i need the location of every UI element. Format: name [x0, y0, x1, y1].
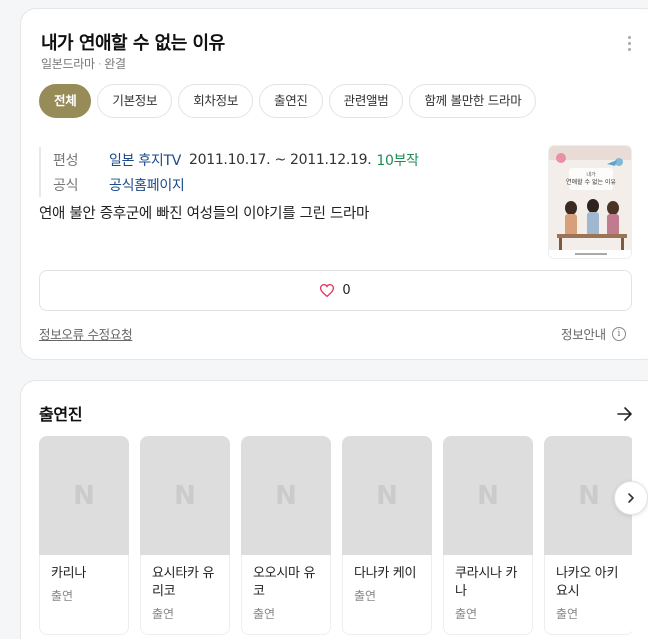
cast-photo-placeholder: N	[39, 436, 129, 555]
tab-basic-info[interactable]: 기본정보	[97, 84, 173, 118]
cast-role: 출연	[556, 607, 579, 621]
heart-icon	[320, 284, 335, 297]
like-count: 0	[342, 283, 351, 298]
info-guide-label: 정보안내	[561, 327, 606, 342]
cast-name: 쿠라시나 카나	[455, 566, 518, 599]
drama-title[interactable]: 내가 연애할 수 없는 이유	[41, 29, 225, 55]
tab-episodes[interactable]: 회차정보	[178, 84, 254, 118]
broadcast-label: 편성	[53, 152, 79, 169]
arrow-right-icon[interactable]	[616, 405, 634, 423]
carousel-next-button[interactable]	[614, 481, 648, 515]
cast-info: 쿠라시나 카나 출연	[443, 555, 533, 635]
drama-info-card: 내가 연애할 수 없는 이유 일본드라마 · 완결 전체 기본정보 회차정보 출연진…	[20, 8, 648, 360]
tab-all[interactable]: 전체	[39, 84, 92, 118]
cast-photo-placeholder: N	[443, 436, 533, 555]
separator-dot: ·	[97, 57, 102, 71]
report-error-link[interactable]: 정보오류 수정요청	[39, 324, 133, 343]
svg-text:내가: 내가	[586, 171, 596, 178]
tab-albums[interactable]: 관련앨범	[328, 84, 404, 118]
official-row: 공식 공식홈페이지	[53, 172, 419, 197]
drama-description: 연애 불안 증후군에 빠진 여성들의 이야기를 그린 드라마	[39, 206, 370, 222]
cast-name: 오오시마 유코	[253, 566, 316, 599]
like-button[interactable]: 0	[39, 270, 632, 311]
cast-role: 출연	[152, 607, 175, 621]
tab-bar: 전체 기본정보 회차정보 출연진 관련앨범 함께 볼만한 드라마	[39, 84, 537, 118]
genre-label: 일본드라마	[41, 57, 95, 71]
cast-card[interactable]: N 다나카 케이 출연	[342, 436, 432, 635]
status-label: 완결	[104, 57, 126, 71]
tab-recommended[interactable]: 함께 볼만한 드라마	[409, 84, 537, 118]
cast-role: 출연	[253, 607, 276, 621]
cast-name: 나카오 아키요시	[556, 566, 619, 599]
poster-image: 내가 연애할 수 없는 이유	[549, 146, 631, 258]
cast-carousel: N 카리나 출연 N 요시타카 유리코 출연 N 오오시마 유코 출연 N 다나…	[39, 436, 632, 639]
cast-card[interactable]: N 카리나 출연	[39, 436, 129, 635]
cast-photo-placeholder: N	[342, 436, 432, 555]
cast-role: 출연	[455, 607, 478, 621]
cast-name: 요시타카 유리코	[152, 566, 215, 599]
cast-photo-placeholder: N	[241, 436, 331, 555]
cast-card[interactable]: N 나카오 아키요시 출연	[544, 436, 632, 635]
cast-role: 출연	[51, 589, 74, 603]
info-icon: i	[611, 326, 626, 341]
cast-section-title: 출연진	[39, 405, 83, 424]
official-label: 공식	[53, 177, 79, 194]
cast-card[interactable]: N 오오시마 유코 출연	[241, 436, 331, 635]
broadcast-row: 편성 일본 후지TV 2011.10.17. ~ 2011.12.19. 10부…	[53, 147, 419, 172]
cast-photo-placeholder: N	[140, 436, 230, 555]
drama-poster[interactable]: 내가 연애할 수 없는 이유	[548, 145, 632, 259]
cast-card[interactable]: N 요시타카 유리코 출연	[140, 436, 230, 635]
broadcaster-link[interactable]: 일본 후지TV	[109, 150, 181, 170]
cast-info: 요시타카 유리코 출연	[140, 555, 230, 635]
cast-info: 오오시마 유코 출연	[241, 555, 331, 635]
cast-role: 출연	[354, 589, 377, 603]
cast-info: 나카오 아키요시 출연	[544, 555, 632, 635]
episode-count[interactable]: 10부작	[376, 150, 419, 170]
drama-subtitle: 일본드라마 · 완결	[41, 55, 126, 72]
cast-section: 출연진 N 카리나 출연 N 요시타카 유리코 출연 N 오오시마 유코 출연 …	[20, 380, 648, 639]
cast-name: 다나카 케이	[354, 566, 417, 581]
cast-name: 카리나	[51, 566, 86, 581]
cast-info: 카리나 출연	[39, 555, 129, 635]
tab-cast[interactable]: 출연진	[259, 84, 323, 118]
svg-text:연애할 수 없는 이유: 연애할 수 없는 이유	[566, 178, 616, 186]
chevron-right-icon	[628, 493, 634, 503]
more-icon[interactable]	[619, 33, 639, 53]
info-guide-button[interactable]: 정보안내 i	[561, 324, 626, 343]
official-homepage-link[interactable]: 공식홈페이지	[109, 175, 185, 195]
meta-info: 편성 일본 후지TV 2011.10.17. ~ 2011.12.19. 10부…	[39, 147, 419, 197]
air-dates: 2011.10.17. ~ 2011.12.19.	[189, 151, 372, 168]
cast-info: 다나카 케이 출연	[342, 555, 432, 635]
cast-card[interactable]: N 쿠라시나 카나 출연	[443, 436, 533, 635]
